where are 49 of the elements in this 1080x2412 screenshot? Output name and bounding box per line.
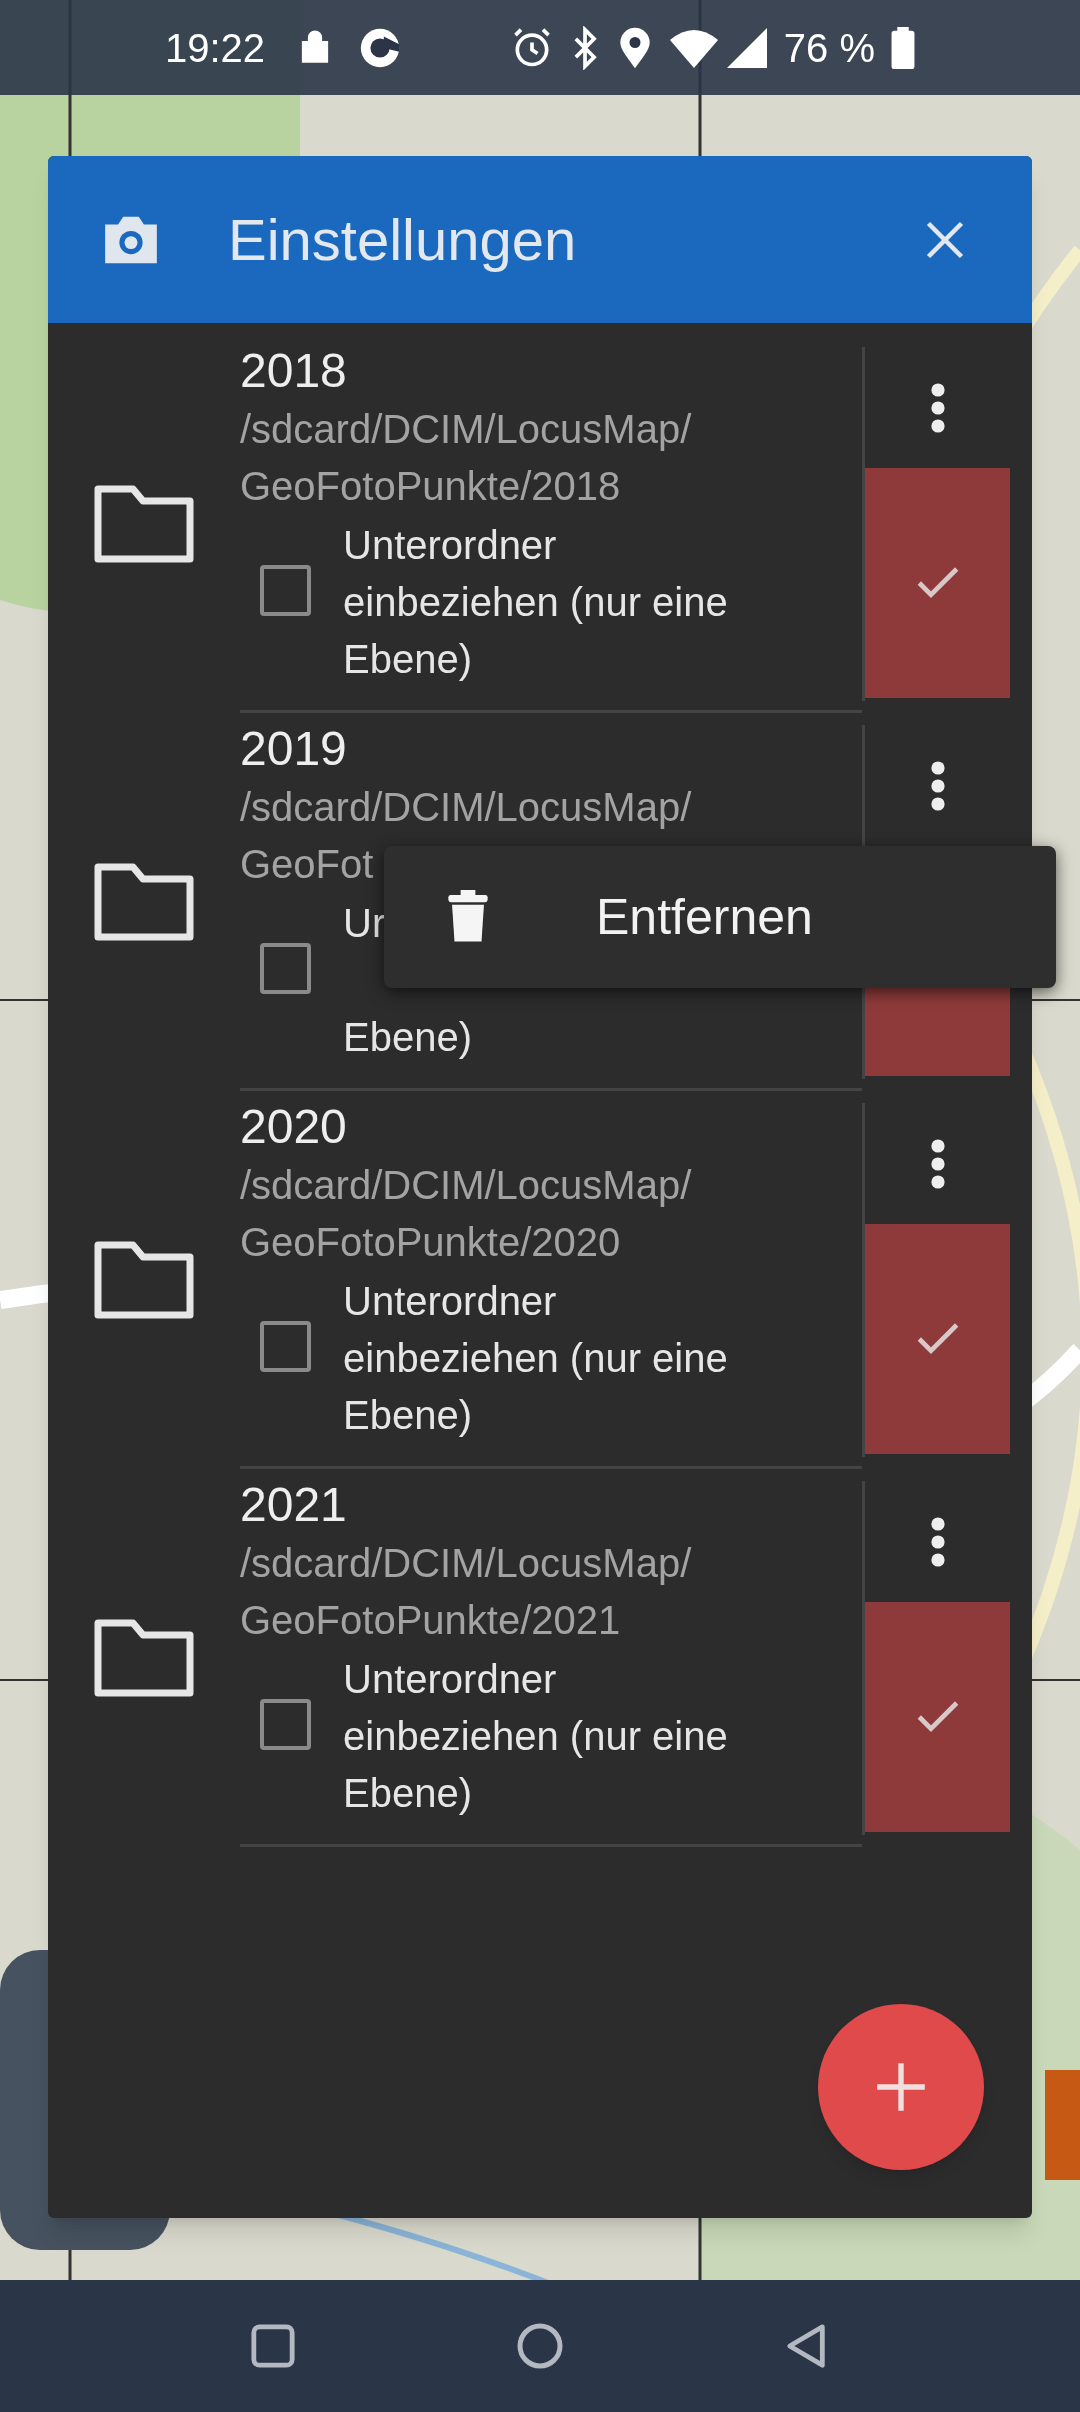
checkbox-label: Ebene) [343, 1392, 472, 1439]
folder-path: /sdcard/DCIM/LocusMap/ [240, 1162, 693, 1209]
folder-path: GeoFotoPunkte/2021 [240, 1597, 622, 1644]
folder-path: GeoFotoPunkte/2018 [240, 463, 622, 510]
checkbox[interactable] [260, 1321, 311, 1372]
folder-path: /sdcard/DCIM/LocusMap/ [240, 1540, 693, 1587]
plus-icon [875, 2061, 927, 2113]
signal-icon [725, 27, 768, 68]
checkbox-label: Unterordner [343, 1278, 557, 1325]
folder-icon [93, 1618, 195, 1698]
trash-icon [448, 890, 488, 944]
folder-path: /sdcard/DCIM/LocusMap/ [240, 406, 693, 453]
wifi-icon [669, 27, 718, 68]
more-vertical-icon [929, 758, 946, 813]
battery-icon [891, 26, 915, 69]
folder-path: GeoFot [240, 841, 375, 888]
folder-icon [93, 484, 195, 564]
enable-toggle[interactable] [865, 1602, 1010, 1832]
folder-name: 2018 [240, 343, 348, 399]
more-vertical-icon [929, 1136, 946, 1191]
checkbox-label: Ur [343, 900, 386, 947]
clock: 19:22 [165, 24, 266, 72]
checkbox-label: einbeziehen (nur eine [343, 1713, 728, 1760]
checkbox[interactable] [260, 1699, 311, 1750]
folder-name: 2020 [240, 1099, 348, 1155]
folder-icon [93, 1240, 195, 1320]
battery-percentage: 76 % [783, 24, 875, 72]
folder-icon [93, 862, 195, 942]
folder-name: 2019 [240, 721, 348, 777]
home-icon[interactable] [516, 2322, 564, 2370]
checkbox-label: einbeziehen (nur eine [343, 1335, 728, 1382]
checkbox-label: Ebene) [343, 1770, 472, 1817]
dialog-title: Einstellungen [228, 206, 577, 274]
checkbox[interactable] [260, 565, 311, 616]
folder-path: GeoFotoPunkte/2020 [240, 1219, 622, 1266]
more-vertical-icon [929, 1514, 946, 1569]
folder-name: 2021 [240, 1477, 348, 1533]
checkbox-label: Ebene) [343, 1014, 472, 1061]
checkbox-label: Unterordner [343, 522, 557, 569]
checkbox-label: einbeziehen (nur eine [343, 579, 728, 626]
checkbox-label: Ebene) [343, 636, 472, 683]
enable-toggle[interactable] [865, 1224, 1010, 1454]
remove-menu-item[interactable]: Entfernen [384, 846, 1056, 988]
folder-path: /sdcard/DCIM/LocusMap/ [240, 784, 693, 831]
checkbox[interactable] [260, 943, 311, 994]
enable-toggle[interactable] [865, 468, 1010, 698]
more-vertical-icon [929, 380, 946, 435]
recent-apps-icon[interactable] [250, 2323, 296, 2369]
checkbox-label: Unterordner [343, 1656, 557, 1703]
